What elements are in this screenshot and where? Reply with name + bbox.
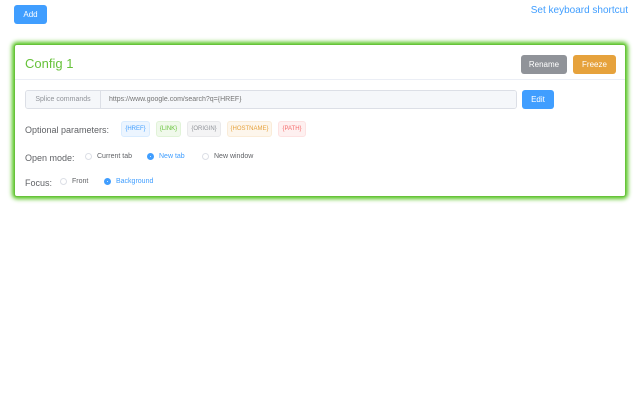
optional-parameters-label: Optional parameters: (25, 125, 110, 135)
radio-label: Current tab (97, 153, 133, 160)
param-tag-origin[interactable]: {ORIGIN} (187, 121, 221, 137)
add-button[interactable]: Add (14, 5, 47, 24)
focus-label: Focus: (25, 178, 53, 188)
splice-commands-input[interactable] (101, 91, 516, 108)
focus-front-radio[interactable]: Front (60, 178, 88, 185)
radio-label: New tab (159, 153, 185, 160)
rename-button[interactable]: Rename (521, 55, 567, 74)
param-tag-hostname[interactable]: {HOSTNAME} (227, 121, 272, 137)
open-mode-new-window-radio[interactable]: New window (202, 153, 253, 160)
config-title: Config 1 (25, 56, 74, 71)
radio-dot (60, 178, 67, 185)
splice-commands-group: Splice commands (25, 90, 517, 109)
open-mode-current-tab-radio[interactable]: Current tab (85, 153, 132, 160)
radio-dot (85, 153, 92, 160)
radio-dot (202, 153, 209, 160)
open-mode-new-tab-radio[interactable]: New tab (147, 153, 185, 160)
radio-dot (104, 178, 111, 185)
config-card: Config 1 Rename Freeze Splice commands E… (14, 44, 626, 197)
focus-background-radio[interactable]: Background (104, 178, 153, 185)
param-tag-path[interactable]: {PATH} (278, 121, 306, 137)
config-card-header: Config 1 Rename Freeze (15, 45, 625, 80)
open-mode-label: Open mode: (25, 153, 75, 163)
splice-commands-label: Splice commands (26, 91, 101, 108)
radio-label: Background (116, 178, 154, 185)
param-tag-href[interactable]: {HREF} (121, 121, 150, 137)
param-tag-link[interactable]: {LINK} (156, 121, 181, 137)
radio-dot (147, 153, 154, 160)
set-keyboard-shortcut-link[interactable]: Set keyboard shortcut (531, 5, 628, 16)
radio-label: New window (214, 153, 254, 160)
edit-button[interactable]: Edit (522, 90, 554, 109)
freeze-button[interactable]: Freeze (573, 55, 616, 74)
radio-label: Front (72, 178, 89, 185)
